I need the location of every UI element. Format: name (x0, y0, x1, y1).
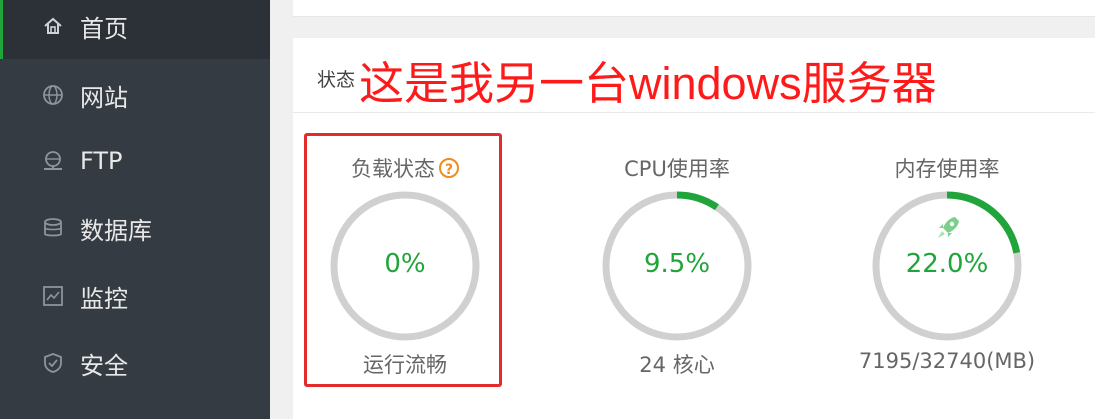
gauge-title: 内存使用率 (894, 157, 1000, 181)
cpu-gauge: CPU使用率 9.5% 24 核心 (577, 133, 777, 393)
sidebar-item-label: 安全 (80, 351, 128, 380)
annotation-note: 这是我另一台windows服务器 (359, 58, 937, 109)
sidebar-item-label: 首页 (80, 14, 128, 43)
sidebar-item-database[interactable]: 数据库 (0, 195, 270, 261)
ftp-icon (42, 150, 64, 172)
home-icon (42, 15, 64, 37)
sidebar-item-label: 监控 (80, 284, 128, 313)
status-title: 状态 (317, 69, 356, 91)
shield-icon (42, 352, 64, 374)
sidebar-item-label: FTP (80, 147, 123, 175)
sidebar-item-security[interactable]: 安全 (0, 330, 270, 396)
gauge-subtext: 7195/32740(MB) (858, 349, 1036, 373)
sidebar-item-label: 网站 (80, 83, 128, 112)
globe-icon (42, 84, 64, 106)
sidebar-item-website[interactable]: 网站 (0, 62, 270, 128)
memory-gauge: 内存使用率 22.0% 7195/32740(MB) (847, 133, 1047, 393)
top-card (293, 0, 1095, 17)
sidebar-item-ftp[interactable]: FTP (0, 128, 270, 194)
sidebar-item-monitor[interactable]: 监控 (0, 263, 270, 329)
sidebar-item-home[interactable]: 首页 (0, 0, 270, 59)
gauge-value: 9.5% (643, 249, 711, 279)
sidebar-item-label: 数据库 (80, 216, 152, 245)
card-header: 状态 这是我另一台windows服务器 (293, 38, 1095, 113)
database-icon (42, 217, 64, 239)
sidebar: 首页 网站 FTP 数据库 监控 安全 (0, 0, 270, 419)
highlight-box (304, 133, 502, 387)
gauge-value: 22.0% (905, 249, 989, 279)
gauge-subtext: 24 核心 (639, 353, 715, 377)
rocket-icon[interactable] (935, 213, 963, 241)
monitor-icon (42, 285, 64, 307)
gauge-title: CPU使用率 (624, 157, 730, 181)
